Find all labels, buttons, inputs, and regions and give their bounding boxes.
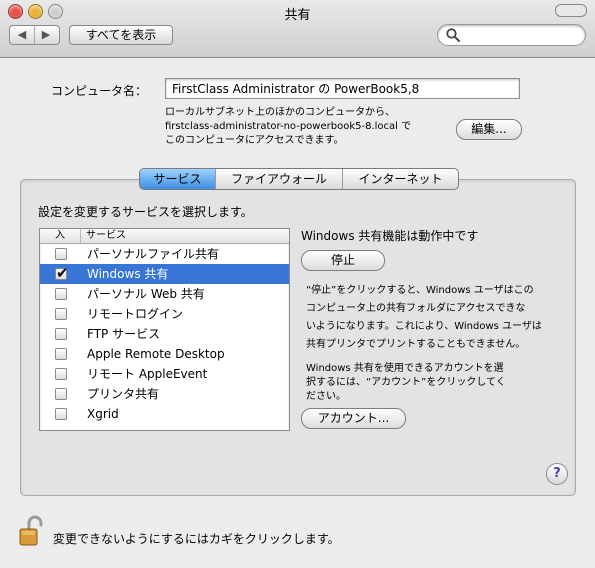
service-checkbox[interactable] <box>55 248 67 260</box>
list-header: 入 サービス <box>40 229 289 244</box>
nav-buttons: ◀ ▶ <box>9 25 60 45</box>
service-name: パーソナルファイル共有 <box>87 247 220 261</box>
description-line: コンピュータ上の共有フォルダにアクセスできな <box>306 303 526 314</box>
service-checkbox[interactable] <box>55 308 67 320</box>
description-line: いようになります。これにより、Windows ユーザは <box>306 321 542 332</box>
account-line: ださい。 <box>306 391 346 402</box>
window-title: 共有 <box>284 8 311 23</box>
service-checkbox[interactable] <box>55 348 67 360</box>
service-row[interactable]: Xgrid <box>40 404 289 424</box>
forward-button[interactable]: ▶ <box>34 26 58 44</box>
search-field[interactable] <box>437 24 586 46</box>
account-line: 択するには、“アカウント”をクリックしてく <box>306 377 506 388</box>
tab-internet[interactable]: インターネット <box>343 169 458 189</box>
stop-description: “停止”をクリックすると、Windows ユーザはこの コンピュータ上の共有フォ… <box>306 282 568 354</box>
service-name: FTP サービス <box>87 327 161 341</box>
service-name: Apple Remote Desktop <box>87 347 225 361</box>
search-icon <box>446 28 460 42</box>
service-name: リモート AppleEvent <box>87 367 208 381</box>
checkmark-icon: ✔ <box>56 264 69 282</box>
help-button[interactable]: ? <box>546 463 568 485</box>
forward-arrow-icon: ▶ <box>41 28 51 41</box>
service-name: パーソナル Web 共有 <box>87 287 205 301</box>
service-checkbox[interactable] <box>55 408 67 420</box>
back-button[interactable]: ◀ <box>10 26 35 44</box>
access-info-line: ローカルサブネット上のほかのコンピュータから、 <box>165 107 395 118</box>
tab-services[interactable]: サービス <box>140 169 216 189</box>
service-row[interactable]: パーソナルファイル共有 <box>40 244 289 264</box>
title-toolbar: 共有 ◀ ▶ すべてを表示 <box>0 0 595 58</box>
access-info-line: このコンピュータにアクセスできます。 <box>165 135 344 146</box>
services-instruction: 設定を変更するサービスを選択します。 <box>38 205 253 219</box>
tab-firewall[interactable]: ファイアウォール <box>216 169 343 189</box>
service-row[interactable]: パーソナル Web 共有 <box>40 284 289 304</box>
service-row[interactable]: FTP サービス <box>40 324 289 344</box>
description-line: 共有プリンタでプリントすることもできません。 <box>306 339 526 350</box>
computer-name-field[interactable]: FirstClass Administrator の PowerBook5,8 <box>165 78 520 99</box>
service-name: リモートログイン <box>87 307 184 321</box>
lock-icon[interactable] <box>18 514 46 548</box>
accounts-button[interactable]: アカウント... <box>301 408 406 429</box>
service-row[interactable]: リモートログイン <box>40 304 289 324</box>
search-input[interactable] <box>462 26 581 44</box>
description-line: “停止”をクリックすると、Windows ユーザはこの <box>306 285 534 296</box>
column-header-service[interactable]: サービス <box>86 229 126 243</box>
toolbar-toggle-button[interactable] <box>555 4 587 17</box>
service-row[interactable]: リモート AppleEvent <box>40 364 289 384</box>
show-all-button[interactable]: すべてを表示 <box>69 25 173 45</box>
account-description: Windows 共有を使用できるアカウントを選 択するには、“アカウント”をクリ… <box>306 362 568 404</box>
service-checkbox[interactable] <box>55 368 67 380</box>
service-row[interactable]: プリンタ共有 <box>40 384 289 404</box>
service-name: プリンタ共有 <box>87 387 160 401</box>
stop-button[interactable]: 停止 <box>301 250 385 271</box>
edit-button[interactable]: 編集... <box>456 119 522 140</box>
access-info-line: firstclass-administrator-no-powerbook5-8… <box>165 121 412 132</box>
service-name: Xgrid <box>87 407 119 421</box>
back-arrow-icon: ◀ <box>17 28 27 41</box>
column-header-on[interactable]: 入 <box>40 229 81 243</box>
service-name: Windows 共有 <box>87 267 169 281</box>
service-row[interactable]: ✔ Windows 共有 <box>40 264 289 284</box>
service-checkbox[interactable] <box>55 388 67 400</box>
computer-name-label: コンピュータ名： <box>51 84 148 98</box>
tab-bar: サービス ファイアウォール インターネット <box>139 168 459 190</box>
services-list[interactable]: 入 サービス パーソナルファイル共有 ✔ Windows 共有パーソナル Web 共… <box>39 228 290 431</box>
service-status-text: Windows 共有機能は動作中です <box>301 229 479 243</box>
service-checkbox[interactable]: ✔ <box>55 264 69 282</box>
lock-instruction: 変更できないようにするにはカギをクリックします。 <box>53 532 340 546</box>
service-checkbox[interactable] <box>55 288 67 300</box>
access-info-text: ローカルサブネット上のほかのコンピュータから、 firstclass-admin… <box>165 106 450 148</box>
account-line: Windows 共有を使用できるアカウントを選 <box>306 363 504 374</box>
service-checkbox[interactable] <box>55 328 67 340</box>
service-row[interactable]: Apple Remote Desktop <box>40 344 289 364</box>
